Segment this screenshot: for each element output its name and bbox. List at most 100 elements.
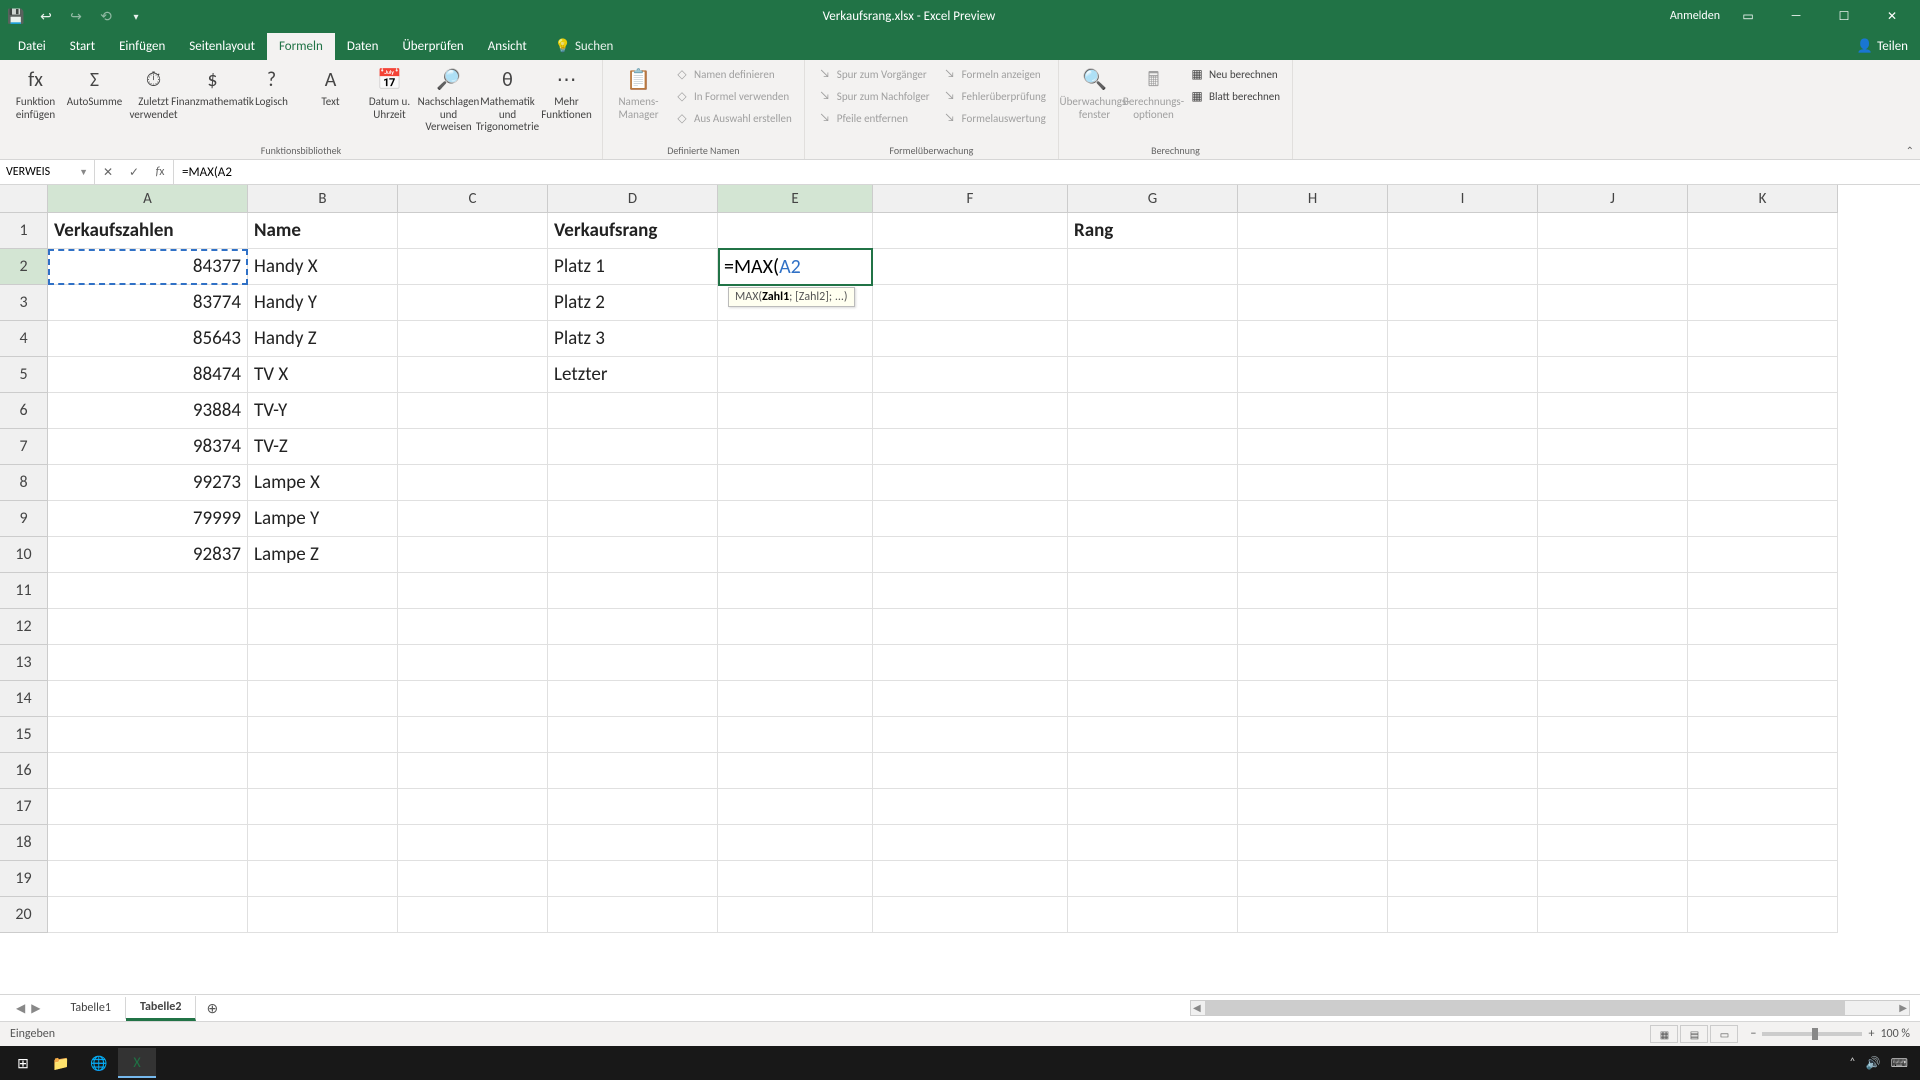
cell-H2[interactable] bbox=[1238, 249, 1388, 285]
cell-F20[interactable] bbox=[873, 897, 1068, 933]
cell-B7[interactable]: TV-Z bbox=[248, 429, 398, 465]
cell-F11[interactable] bbox=[873, 573, 1068, 609]
cell-C15[interactable] bbox=[398, 717, 548, 753]
formula-input[interactable]: =MAX(A2 bbox=[174, 165, 1920, 180]
cell-I13[interactable] bbox=[1388, 645, 1538, 681]
cell-E18[interactable] bbox=[718, 825, 873, 861]
zoom-slider[interactable] bbox=[1762, 1032, 1862, 1036]
sheet-tab-tabelle1[interactable]: Tabelle1 bbox=[56, 997, 126, 1019]
cell-E9[interactable] bbox=[718, 501, 873, 537]
cell-B5[interactable]: TV X bbox=[248, 357, 398, 393]
cell-J5[interactable] bbox=[1538, 357, 1688, 393]
active-cell-editor[interactable]: =MAX(A2 bbox=[718, 248, 873, 286]
minimize-icon[interactable]: — bbox=[1776, 4, 1816, 28]
cell-K19[interactable] bbox=[1688, 861, 1838, 897]
cell-C17[interactable] bbox=[398, 789, 548, 825]
cell-I12[interactable] bbox=[1388, 609, 1538, 645]
row-header-2[interactable]: 2 bbox=[0, 249, 48, 285]
ribbon-btn-funktion-einf-gen[interactable]: fxFunktion einfügen bbox=[8, 64, 63, 121]
cell-A20[interactable] bbox=[48, 897, 248, 933]
cell-G2[interactable] bbox=[1068, 249, 1238, 285]
cell-K14[interactable] bbox=[1688, 681, 1838, 717]
row-header-9[interactable]: 9 bbox=[0, 501, 48, 537]
scrollbar-thumb[interactable] bbox=[1205, 1001, 1845, 1015]
cell-A7[interactable]: 98374 bbox=[48, 429, 248, 465]
cell-D18[interactable] bbox=[548, 825, 718, 861]
cell-D5[interactable]: Letzter bbox=[548, 357, 718, 393]
cell-D7[interactable] bbox=[548, 429, 718, 465]
cell-J17[interactable] bbox=[1538, 789, 1688, 825]
cell-J7[interactable] bbox=[1538, 429, 1688, 465]
cell-E20[interactable] bbox=[718, 897, 873, 933]
cell-I5[interactable] bbox=[1388, 357, 1538, 393]
ribbon-tab-seitenlayout[interactable]: Seitenlayout bbox=[177, 33, 267, 60]
column-header-D[interactable]: D bbox=[548, 185, 718, 213]
cell-K7[interactable] bbox=[1688, 429, 1838, 465]
cell-D14[interactable] bbox=[548, 681, 718, 717]
cell-F10[interactable] bbox=[873, 537, 1068, 573]
cell-C11[interactable] bbox=[398, 573, 548, 609]
cell-B3[interactable]: Handy Y bbox=[248, 285, 398, 321]
cell-H16[interactable] bbox=[1238, 753, 1388, 789]
row-header-10[interactable]: 10 bbox=[0, 537, 48, 573]
cell-J3[interactable] bbox=[1538, 285, 1688, 321]
cell-E8[interactable] bbox=[718, 465, 873, 501]
row-header-20[interactable]: 20 bbox=[0, 897, 48, 933]
cell-E6[interactable] bbox=[718, 393, 873, 429]
scroll-left-icon[interactable]: ◀ bbox=[1193, 1001, 1201, 1014]
sheet-nav-prev-icon[interactable]: ◀ bbox=[16, 1001, 25, 1016]
cell-B10[interactable]: Lampe Z bbox=[248, 537, 398, 573]
ribbon-btn-nachschlagen-und-verweisen[interactable]: 🔎Nachschlagen und Verweisen bbox=[421, 64, 476, 134]
tell-me-search[interactable]: 💡 Suchen bbox=[545, 33, 624, 60]
zoom-in-icon[interactable]: + bbox=[1868, 1027, 1874, 1041]
row-header-15[interactable]: 15 bbox=[0, 717, 48, 753]
cell-J18[interactable] bbox=[1538, 825, 1688, 861]
cell-J20[interactable] bbox=[1538, 897, 1688, 933]
cell-G15[interactable] bbox=[1068, 717, 1238, 753]
cell-C4[interactable] bbox=[398, 321, 548, 357]
scroll-right-icon[interactable]: ▶ bbox=[1899, 1001, 1907, 1014]
row-header-19[interactable]: 19 bbox=[0, 861, 48, 897]
cell-H6[interactable] bbox=[1238, 393, 1388, 429]
cell-B8[interactable]: Lampe X bbox=[248, 465, 398, 501]
cell-G20[interactable] bbox=[1068, 897, 1238, 933]
cell-G19[interactable] bbox=[1068, 861, 1238, 897]
column-header-H[interactable]: H bbox=[1238, 185, 1388, 213]
column-header-B[interactable]: B bbox=[248, 185, 398, 213]
cell-F19[interactable] bbox=[873, 861, 1068, 897]
cell-A3[interactable]: 83774 bbox=[48, 285, 248, 321]
cell-J13[interactable] bbox=[1538, 645, 1688, 681]
cell-F4[interactable] bbox=[873, 321, 1068, 357]
cell-D1[interactable]: Verkaufsrang bbox=[548, 213, 718, 249]
cell-A12[interactable] bbox=[48, 609, 248, 645]
signin-link[interactable]: Anmelden bbox=[1670, 9, 1720, 23]
cell-I6[interactable] bbox=[1388, 393, 1538, 429]
cell-F17[interactable] bbox=[873, 789, 1068, 825]
cell-J14[interactable] bbox=[1538, 681, 1688, 717]
cell-F2[interactable] bbox=[873, 249, 1068, 285]
cell-I7[interactable] bbox=[1388, 429, 1538, 465]
cell-D6[interactable] bbox=[548, 393, 718, 429]
cell-E14[interactable] bbox=[718, 681, 873, 717]
cell-B17[interactable] bbox=[248, 789, 398, 825]
cell-G12[interactable] bbox=[1068, 609, 1238, 645]
cell-C9[interactable] bbox=[398, 501, 548, 537]
cell-E10[interactable] bbox=[718, 537, 873, 573]
cell-J4[interactable] bbox=[1538, 321, 1688, 357]
cell-G9[interactable] bbox=[1068, 501, 1238, 537]
cell-D9[interactable] bbox=[548, 501, 718, 537]
cell-J6[interactable] bbox=[1538, 393, 1688, 429]
cell-H9[interactable] bbox=[1238, 501, 1388, 537]
add-sheet-button[interactable]: ⊕ bbox=[196, 1000, 228, 1017]
cell-A16[interactable] bbox=[48, 753, 248, 789]
cell-E16[interactable] bbox=[718, 753, 873, 789]
cell-C1[interactable] bbox=[398, 213, 548, 249]
row-header-16[interactable]: 16 bbox=[0, 753, 48, 789]
cell-I11[interactable] bbox=[1388, 573, 1538, 609]
select-all-corner[interactable] bbox=[0, 185, 48, 213]
cell-I20[interactable] bbox=[1388, 897, 1538, 933]
cell-B19[interactable] bbox=[248, 861, 398, 897]
cell-C2[interactable] bbox=[398, 249, 548, 285]
repeat-icon[interactable]: ⟲ bbox=[94, 4, 118, 28]
cell-D8[interactable] bbox=[548, 465, 718, 501]
